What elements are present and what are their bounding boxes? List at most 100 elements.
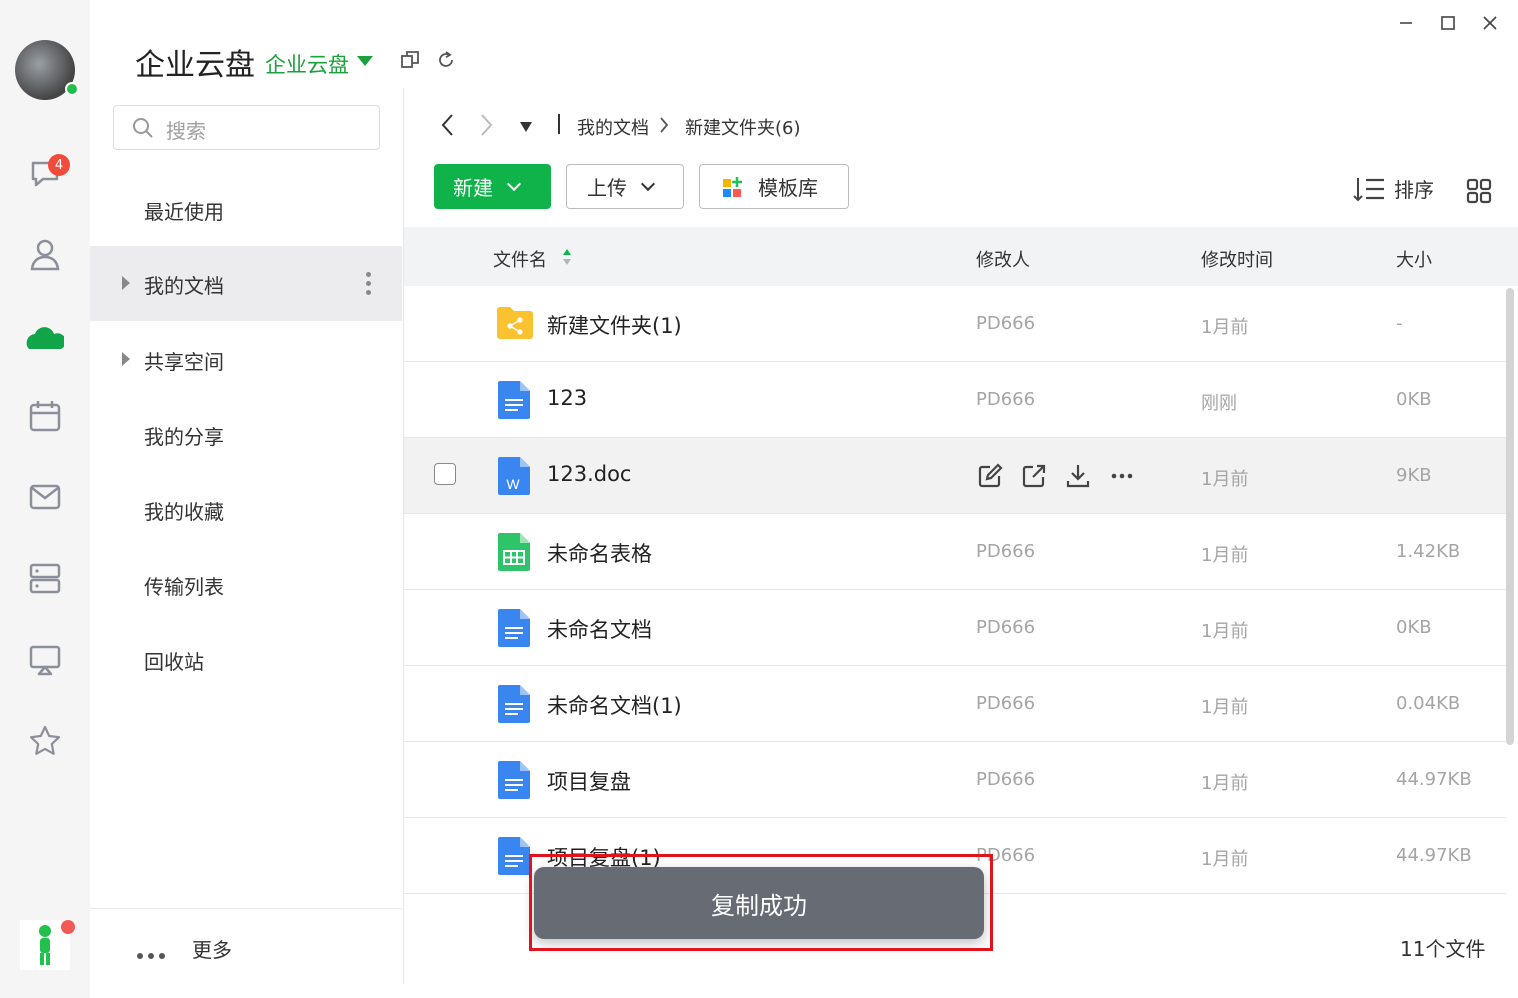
expand-arrow-icon[interactable]: [122, 276, 130, 290]
file-modifier: PD666: [976, 313, 1036, 334]
forward-icon[interactable]: [476, 112, 496, 142]
file-name[interactable]: 新建文件夹(1): [547, 310, 682, 340]
row-checkbox[interactable]: [434, 463, 456, 485]
close-icon[interactable]: [1475, 8, 1505, 38]
sidebar-item-recent[interactable]: 最近使用: [90, 172, 402, 247]
chevron-right-icon: [658, 115, 670, 139]
download-icon[interactable]: [1064, 462, 1092, 490]
contacts-icon[interactable]: [25, 234, 65, 274]
file-modifier: PD666: [976, 389, 1036, 410]
file-count: 11个文件: [1400, 937, 1486, 961]
file-name[interactable]: 项目复盘: [547, 766, 631, 796]
file-name[interactable]: 未命名文档(1): [547, 690, 682, 720]
favorites-icon[interactable]: [25, 721, 65, 761]
sidebar-item-label: 最近使用: [144, 200, 224, 224]
file-size: 0KB: [1396, 617, 1432, 638]
grid-view-icon[interactable]: [1466, 178, 1492, 208]
column-header-size[interactable]: 大小: [1396, 246, 1432, 272]
breadcrumb-separator: [558, 114, 560, 134]
notification-dot: [61, 920, 75, 934]
back-icon[interactable]: [438, 112, 458, 142]
more-button[interactable]: 更多: [90, 908, 402, 984]
sidebar-item-my-docs[interactable]: 我的文档: [90, 246, 402, 321]
table-row[interactable]: 未命名文档 PD666 1月前 0KB: [404, 590, 1506, 666]
mail-icon[interactable]: [25, 477, 65, 517]
file-size: 0KB: [1396, 389, 1432, 410]
minimize-icon[interactable]: [1391, 8, 1421, 38]
workspace-switcher[interactable]: 企业云盘: [265, 49, 349, 79]
file-time: 1月前: [1201, 469, 1249, 490]
file-modifier: PD666: [976, 769, 1036, 790]
file-name[interactable]: 未命名表格: [547, 538, 652, 568]
table-row[interactable]: 项目复盘 PD666 1月前 44.97KB: [404, 742, 1506, 818]
spreadsheet-icon: [496, 532, 534, 576]
toast-message: 复制成功: [534, 867, 984, 939]
sidebar-item-label: 共享空间: [144, 350, 224, 374]
share-icon[interactable]: [1020, 462, 1048, 490]
row-actions: [976, 462, 1136, 490]
table-row[interactable]: W 123.doc 1月前 9KB: [404, 438, 1506, 514]
app-window: 4 企业云盘 企业云盘 搜索 最近使用 我的文档 共享空间 我的分享 我的收藏 …: [0, 0, 1518, 998]
screen-share-icon[interactable]: [25, 640, 65, 680]
file-size: 9KB: [1396, 465, 1432, 486]
sort-button[interactable]: 排序: [1352, 174, 1434, 203]
file-time: 1月前: [1201, 773, 1249, 794]
column-header-time[interactable]: 修改时间: [1201, 246, 1273, 272]
popout-icon[interactable]: [400, 50, 422, 72]
edit-icon[interactable]: [976, 462, 1004, 490]
refresh-icon[interactable]: [436, 50, 458, 72]
document-icon: [496, 760, 534, 804]
file-size: 44.97KB: [1396, 845, 1472, 866]
document-icon: [496, 608, 534, 652]
cloud-drive-icon[interactable]: [25, 316, 65, 356]
upload-button-label: 上传: [587, 176, 627, 200]
sidebar-item-shared-space[interactable]: 共享空间: [90, 322, 402, 397]
table-row[interactable]: 未命名表格 PD666 1月前 1.42KB: [404, 514, 1506, 590]
sidebar-item-recycle-bin[interactable]: 回收站: [90, 622, 402, 697]
sidebar-item-my-shares[interactable]: 我的分享: [90, 397, 402, 472]
maximize-icon[interactable]: [1433, 8, 1463, 38]
column-header-modifier[interactable]: 修改人: [976, 246, 1030, 272]
search-input[interactable]: 搜索: [113, 105, 380, 150]
caret-down-icon[interactable]: [357, 56, 373, 66]
template-library-button[interactable]: 模板库: [699, 164, 849, 209]
file-name[interactable]: 未命名文档: [547, 614, 652, 644]
file-modifier: PD666: [976, 541, 1036, 562]
template-icon: [722, 175, 746, 199]
expand-arrow-icon[interactable]: [122, 352, 130, 366]
more-options-icon[interactable]: [366, 272, 372, 299]
new-button-label: 新建: [453, 176, 493, 200]
history-dropdown-icon[interactable]: [518, 118, 534, 137]
sidebar-item-my-favorites[interactable]: 我的收藏: [90, 472, 402, 547]
sidebar-item-label: 回收站: [144, 650, 204, 674]
search-icon: [132, 117, 154, 143]
app-title: 企业云盘: [135, 48, 255, 83]
upload-button[interactable]: 上传: [566, 164, 684, 209]
left-rail: 4: [0, 0, 90, 998]
sort-ascending-icon[interactable]: [562, 247, 572, 271]
file-name[interactable]: 123.doc: [547, 462, 631, 486]
calendar-icon[interactable]: [25, 396, 65, 436]
table-row[interactable]: 123 PD666 刚刚 0KB: [404, 362, 1506, 438]
online-status-dot: [65, 82, 79, 96]
new-button[interactable]: 新建: [434, 164, 551, 209]
table-row[interactable]: 新建文件夹(1) PD666 1月前 -: [404, 286, 1506, 362]
file-name[interactable]: 123: [547, 386, 587, 410]
chevron-down-icon: [640, 176, 656, 191]
shared-folder-icon: [496, 304, 534, 344]
column-header-name[interactable]: 文件名: [493, 246, 547, 272]
scrollbar[interactable]: [1506, 288, 1514, 745]
table-row[interactable]: 未命名文档(1) PD666 1月前 0.04KB: [404, 666, 1506, 742]
word-file-icon: W: [496, 456, 534, 500]
chevron-down-icon: [506, 176, 522, 191]
sidebar-item-label: 传输列表: [144, 575, 224, 599]
sidebar-item-transfers[interactable]: 传输列表: [90, 547, 402, 622]
document-icon: [496, 684, 534, 728]
more-options-icon[interactable]: [1108, 462, 1136, 490]
breadcrumb-root[interactable]: 我的文档: [577, 114, 649, 140]
table-header: 文件名 修改人 修改时间 大小: [404, 227, 1518, 286]
document-icon: [496, 380, 534, 424]
workbench-icon[interactable]: [25, 558, 65, 598]
file-time: 1月前: [1201, 317, 1249, 338]
chat-badge: 4: [48, 154, 70, 176]
